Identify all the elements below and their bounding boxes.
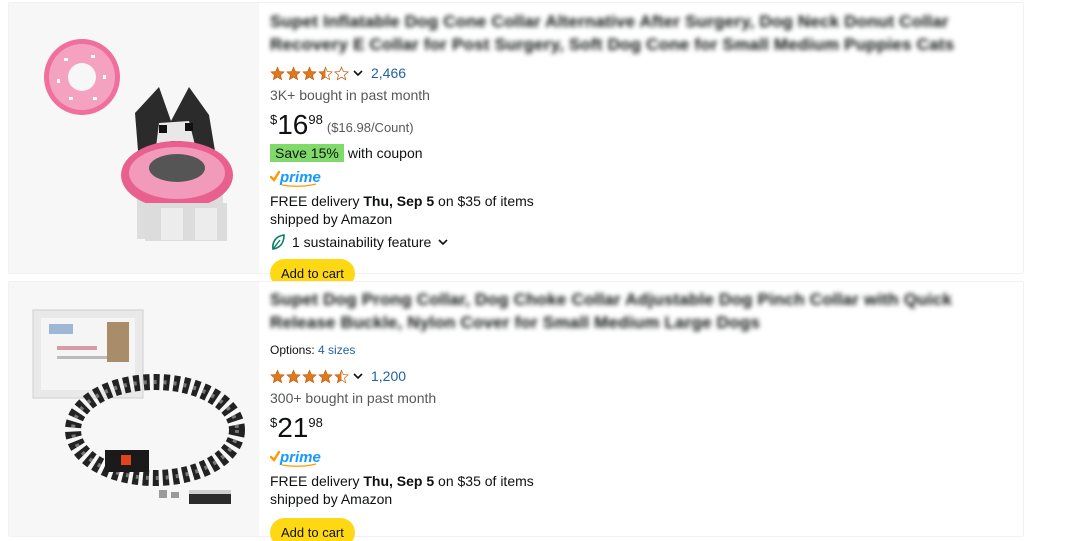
price-symbol: $	[270, 112, 278, 127]
star-rating[interactable]	[270, 65, 371, 81]
star-empty-icon	[334, 65, 349, 80]
prime-logo: prime	[270, 447, 1013, 467]
price-fraction: 98	[308, 415, 323, 430]
star-icon	[286, 65, 301, 80]
product-image-prong-collar[interactable]	[9, 282, 259, 536]
price[interactable]: $ 16 98 ($16.98/Count)	[270, 110, 1013, 140]
add-to-cart-button[interactable]: Add to cart	[270, 518, 355, 541]
leaf-icon	[272, 234, 285, 250]
product-title[interactable]: Supet Inflatable Dog Cone Collar Alterna…	[270, 10, 1010, 56]
svg-text:prime: prime	[279, 169, 321, 186]
coupon-badge: Save 15%	[270, 144, 344, 162]
bought-past-month: 300+ bought in past month	[270, 390, 437, 406]
star-icon	[286, 368, 301, 383]
chevron-down-icon[interactable]	[437, 236, 449, 248]
svg-text:prime: prime	[279, 449, 321, 466]
chevron-down-icon[interactable]	[352, 370, 364, 382]
product-card-1: Supet Inflatable Dog Cone Collar Alterna…	[8, 2, 1024, 288]
options-sizes-link[interactable]: 4 sizes	[318, 343, 355, 357]
delivery-suffix: on $35 of items	[434, 193, 534, 209]
star-half-icon	[334, 368, 349, 383]
delivery-date: Thu, Sep 5	[363, 193, 435, 209]
star-icon	[302, 368, 317, 383]
star-icon	[318, 368, 333, 383]
unit-price: ($16.98/Count)	[326, 120, 414, 135]
delivery-info: FREE delivery Thu, Sep 5 on $35 of items…	[270, 192, 1013, 228]
delivery-prefix: FREE delivery	[270, 193, 364, 209]
delivery-suffix: on $35 of items	[434, 473, 534, 489]
prime-logo: prime	[270, 167, 1013, 187]
rating-row: 1,200	[270, 366, 1013, 386]
star-half-icon	[318, 65, 333, 80]
prong-collar-image	[32, 309, 245, 504]
price[interactable]: $ 21 98	[270, 413, 1013, 443]
prime-check-icon: prime	[270, 449, 321, 467]
rating-count-link[interactable]: 2,466	[371, 65, 406, 81]
bought-past-month: 3K+ bought in past month	[270, 87, 430, 103]
star-icon	[270, 65, 285, 80]
coupon-row: Save 15% with coupon	[270, 143, 1013, 163]
shipped-by: shipped by Amazon	[270, 491, 393, 507]
delivery-prefix: FREE delivery	[270, 473, 364, 489]
price-whole: 16	[277, 109, 309, 140]
prime-check-icon: prime	[270, 169, 321, 187]
rating-count-link[interactable]: 1,200	[371, 368, 406, 384]
price-symbol: $	[270, 415, 278, 430]
product-title[interactable]: Supet Dog Prong Collar, Dog Choke Collar…	[270, 288, 1010, 334]
product-image-donut-collar[interactable]	[9, 3, 259, 273]
star-rating[interactable]	[270, 368, 371, 384]
sustainability-label: 1 sustainability feature	[292, 234, 432, 250]
price-whole: 21	[277, 412, 309, 443]
rating-row: 2,466	[270, 63, 1013, 83]
delivery-date: Thu, Sep 5	[363, 473, 435, 489]
star-icon	[302, 65, 317, 80]
donut-collar-dog-image	[44, 39, 233, 241]
coupon-text: with coupon	[347, 145, 423, 161]
product-card-2: Supet Dog Prong Collar, Dog Choke Collar…	[8, 281, 1024, 541]
chevron-down-icon[interactable]	[352, 67, 364, 79]
price-fraction: 98	[308, 112, 323, 127]
sustainability-feature[interactable]: 1 sustainability feature	[270, 232, 1013, 252]
options-label: Options:	[270, 343, 315, 357]
options-row: Options: 4 sizes	[270, 343, 1013, 359]
delivery-info: FREE delivery Thu, Sep 5 on $35 of items…	[270, 472, 1013, 508]
shipped-by: shipped by Amazon	[270, 211, 393, 227]
star-icon	[270, 368, 285, 383]
